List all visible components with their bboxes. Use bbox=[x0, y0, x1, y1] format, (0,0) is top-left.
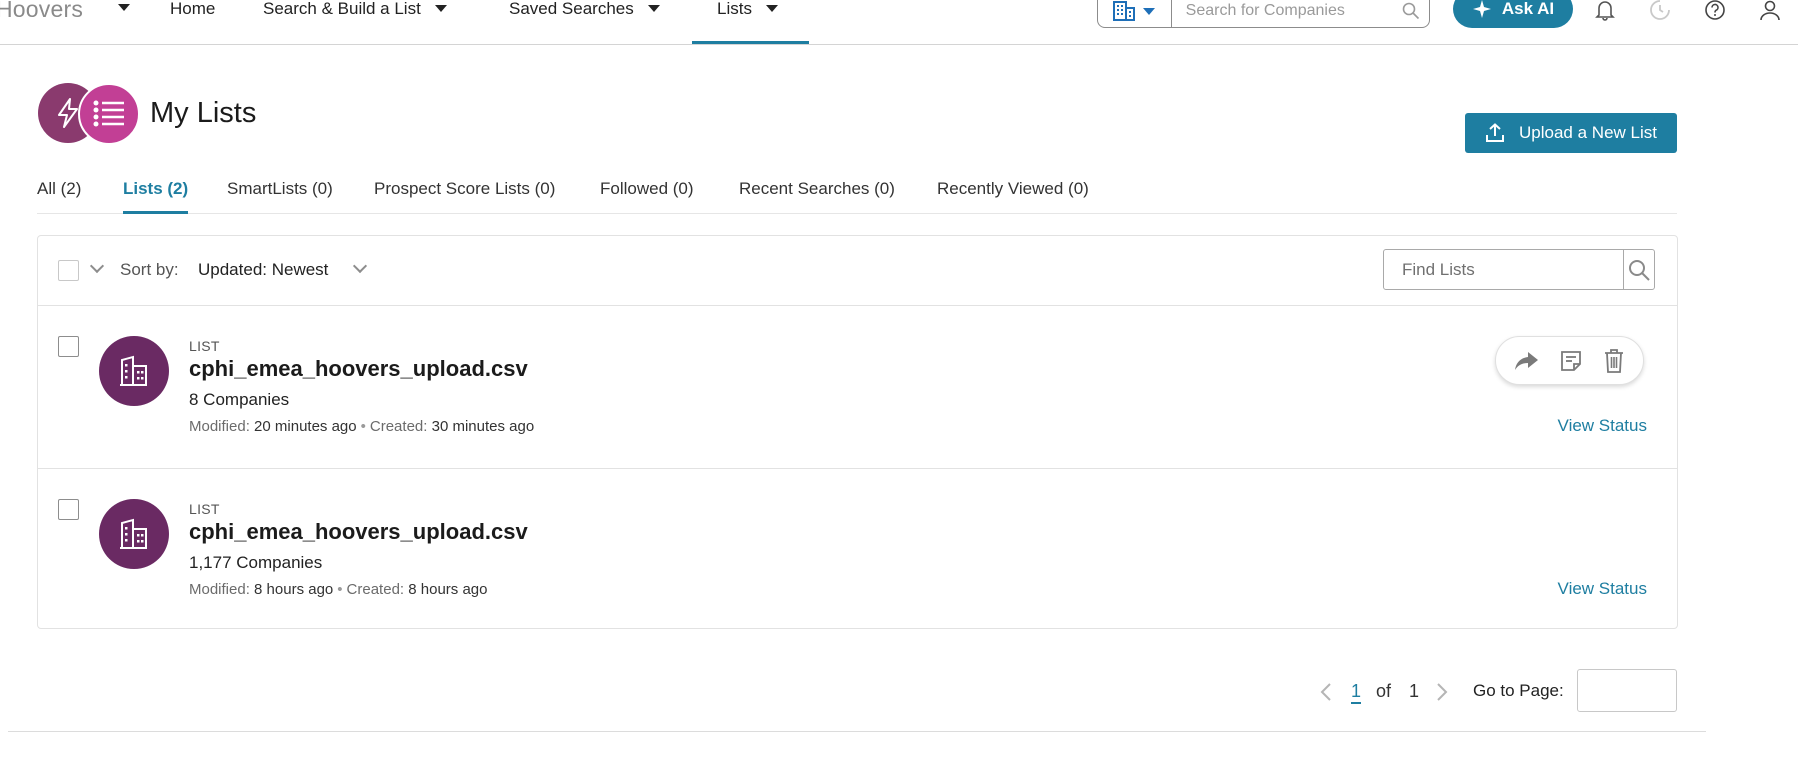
nav-lists[interactable]: Lists bbox=[692, 0, 809, 44]
list-name-link[interactable]: cphi_emea_hoovers_upload.csv bbox=[189, 356, 528, 382]
sort-by-dropdown[interactable]: Updated: Newest bbox=[198, 260, 328, 280]
list-tabs: All (2) Lists (2) SmartLists (0) Prospec… bbox=[37, 178, 1677, 214]
tab-followed[interactable]: Followed (0) bbox=[600, 178, 694, 214]
nav-lists-label: Lists bbox=[717, 0, 752, 18]
search-icon[interactable] bbox=[1393, 0, 1429, 27]
share-icon[interactable] bbox=[1514, 349, 1540, 373]
footer-divider bbox=[8, 731, 1706, 732]
tab-lists[interactable]: Lists (2) bbox=[123, 178, 189, 214]
list-item[interactable]: LIST cphi_emea_hoovers_upload.csv 1,177 … bbox=[38, 468, 1677, 630]
activity-icon[interactable] bbox=[1647, 0, 1673, 23]
brand-chevron-down-icon[interactable] bbox=[118, 4, 130, 12]
next-page-chevron-icon[interactable] bbox=[1436, 682, 1448, 702]
created-label: Created: bbox=[346, 581, 405, 598]
bell-icon[interactable] bbox=[1592, 0, 1618, 23]
modified-value: 8 hours ago bbox=[254, 581, 334, 598]
ask-ai-button[interactable]: Ask AI bbox=[1453, 0, 1573, 28]
pagination-of-label: of bbox=[1376, 681, 1392, 701]
sort-chevron-down-icon[interactable] bbox=[352, 258, 368, 274]
brand-logo[interactable]: Hoovers bbox=[0, 0, 83, 23]
tab-smartlists[interactable]: SmartLists (0) bbox=[227, 178, 333, 214]
company-search bbox=[1097, 0, 1430, 28]
tab-prospect-score-lists[interactable]: Prospect Score Lists (0) bbox=[374, 178, 555, 214]
list-avatar bbox=[99, 499, 169, 569]
list-company-count: 8 Companies bbox=[189, 390, 290, 409]
trash-icon[interactable] bbox=[1603, 348, 1625, 374]
find-lists-input[interactable] bbox=[1384, 250, 1623, 289]
modified-label: Modified: bbox=[189, 581, 250, 598]
upload-new-list-button[interactable]: Upload a New List bbox=[1465, 113, 1677, 153]
search-type-selector[interactable] bbox=[1098, 0, 1172, 27]
separator-dot: • bbox=[337, 581, 343, 598]
go-to-page-label: Go to Page: bbox=[1473, 681, 1564, 700]
note-icon[interactable] bbox=[1559, 349, 1583, 373]
list-avatar bbox=[99, 336, 169, 406]
chevron-down-icon bbox=[765, 5, 778, 12]
help-icon[interactable] bbox=[1702, 0, 1728, 23]
upload-new-list-label: Upload a New List bbox=[1519, 123, 1657, 142]
upload-icon bbox=[1486, 123, 1505, 142]
tab-recent-searches[interactable]: Recent Searches (0) bbox=[739, 178, 895, 214]
list-badge bbox=[78, 83, 140, 145]
buildings-icon bbox=[120, 518, 147, 549]
nav-home-label: Home bbox=[170, 0, 216, 18]
list-type-label: LIST bbox=[189, 338, 220, 354]
sparkle-icon bbox=[1472, 0, 1491, 18]
created-label: Created: bbox=[369, 418, 428, 435]
list-type-label: LIST bbox=[189, 501, 220, 517]
page-title: My Lists bbox=[150, 97, 257, 129]
select-all-checkbox[interactable] bbox=[58, 260, 79, 281]
list-item-checkbox[interactable] bbox=[58, 499, 79, 520]
buildings-icon bbox=[120, 355, 147, 386]
previous-page-chevron-icon[interactable] bbox=[1320, 682, 1332, 702]
list-item[interactable]: LIST cphi_emea_hoovers_upload.csv 8 Comp… bbox=[38, 306, 1677, 468]
list-name-link[interactable]: cphi_emea_hoovers_upload.csv bbox=[189, 519, 528, 545]
find-lists-search-button[interactable] bbox=[1623, 250, 1654, 289]
created-value: 30 minutes ago bbox=[431, 418, 535, 435]
created-value: 8 hours ago bbox=[408, 581, 488, 598]
list-item-checkbox[interactable] bbox=[58, 336, 79, 357]
total-pages: 1 bbox=[1409, 681, 1420, 701]
list-company-count: 1,177 Companies bbox=[189, 553, 323, 572]
current-page[interactable]: 1 bbox=[1351, 680, 1362, 704]
list-timestamps: Modified: 20 minutes ago • Created: 30 min… bbox=[189, 418, 534, 435]
view-status-link[interactable]: View Status bbox=[1558, 579, 1647, 599]
nav-saved-searches-label: Saved Searches bbox=[509, 0, 634, 18]
lists-panel: Sort by: Updated: Newest LIST cphi_emea_… bbox=[37, 235, 1678, 629]
list-toolbar: Sort by: Updated: Newest bbox=[38, 236, 1677, 306]
view-status-link[interactable]: View Status bbox=[1558, 416, 1647, 436]
sort-by-label: Sort by: bbox=[120, 260, 179, 279]
search-icon bbox=[1629, 259, 1650, 281]
ask-ai-label: Ask AI bbox=[1501, 0, 1555, 18]
tab-recently-viewed[interactable]: Recently Viewed (0) bbox=[937, 178, 1089, 214]
nav-saved-searches[interactable]: Saved Searches bbox=[509, 0, 660, 44]
nav-home[interactable]: Home bbox=[170, 0, 215, 44]
modified-value: 20 minutes ago bbox=[254, 418, 357, 435]
nav-search-build-list-label: Search & Build a List bbox=[263, 0, 421, 18]
chevron-down-icon bbox=[647, 5, 660, 12]
tab-all[interactable]: All (2) bbox=[37, 178, 81, 214]
top-navigation: Hoovers Home Search & Build a List Saved… bbox=[0, 0, 1798, 45]
list-icon bbox=[93, 100, 124, 127]
user-profile-icon[interactable] bbox=[1757, 0, 1783, 23]
go-to-page-input[interactable] bbox=[1577, 669, 1677, 712]
chevron-down-icon bbox=[1143, 7, 1156, 15]
separator-dot: • bbox=[360, 418, 366, 435]
nav-search-build-list[interactable]: Search & Build a List bbox=[263, 0, 447, 44]
select-all-chevron-down-icon[interactable] bbox=[89, 258, 105, 274]
list-actions-toolbar bbox=[1495, 336, 1644, 385]
find-lists-search bbox=[1383, 249, 1655, 290]
building-icon bbox=[1113, 1, 1136, 21]
modified-label: Modified: bbox=[189, 418, 250, 435]
chevron-down-icon bbox=[434, 5, 447, 12]
list-timestamps: Modified: 8 hours ago • Created: 8 hours a… bbox=[189, 581, 488, 598]
company-search-input[interactable] bbox=[1171, 0, 1393, 27]
